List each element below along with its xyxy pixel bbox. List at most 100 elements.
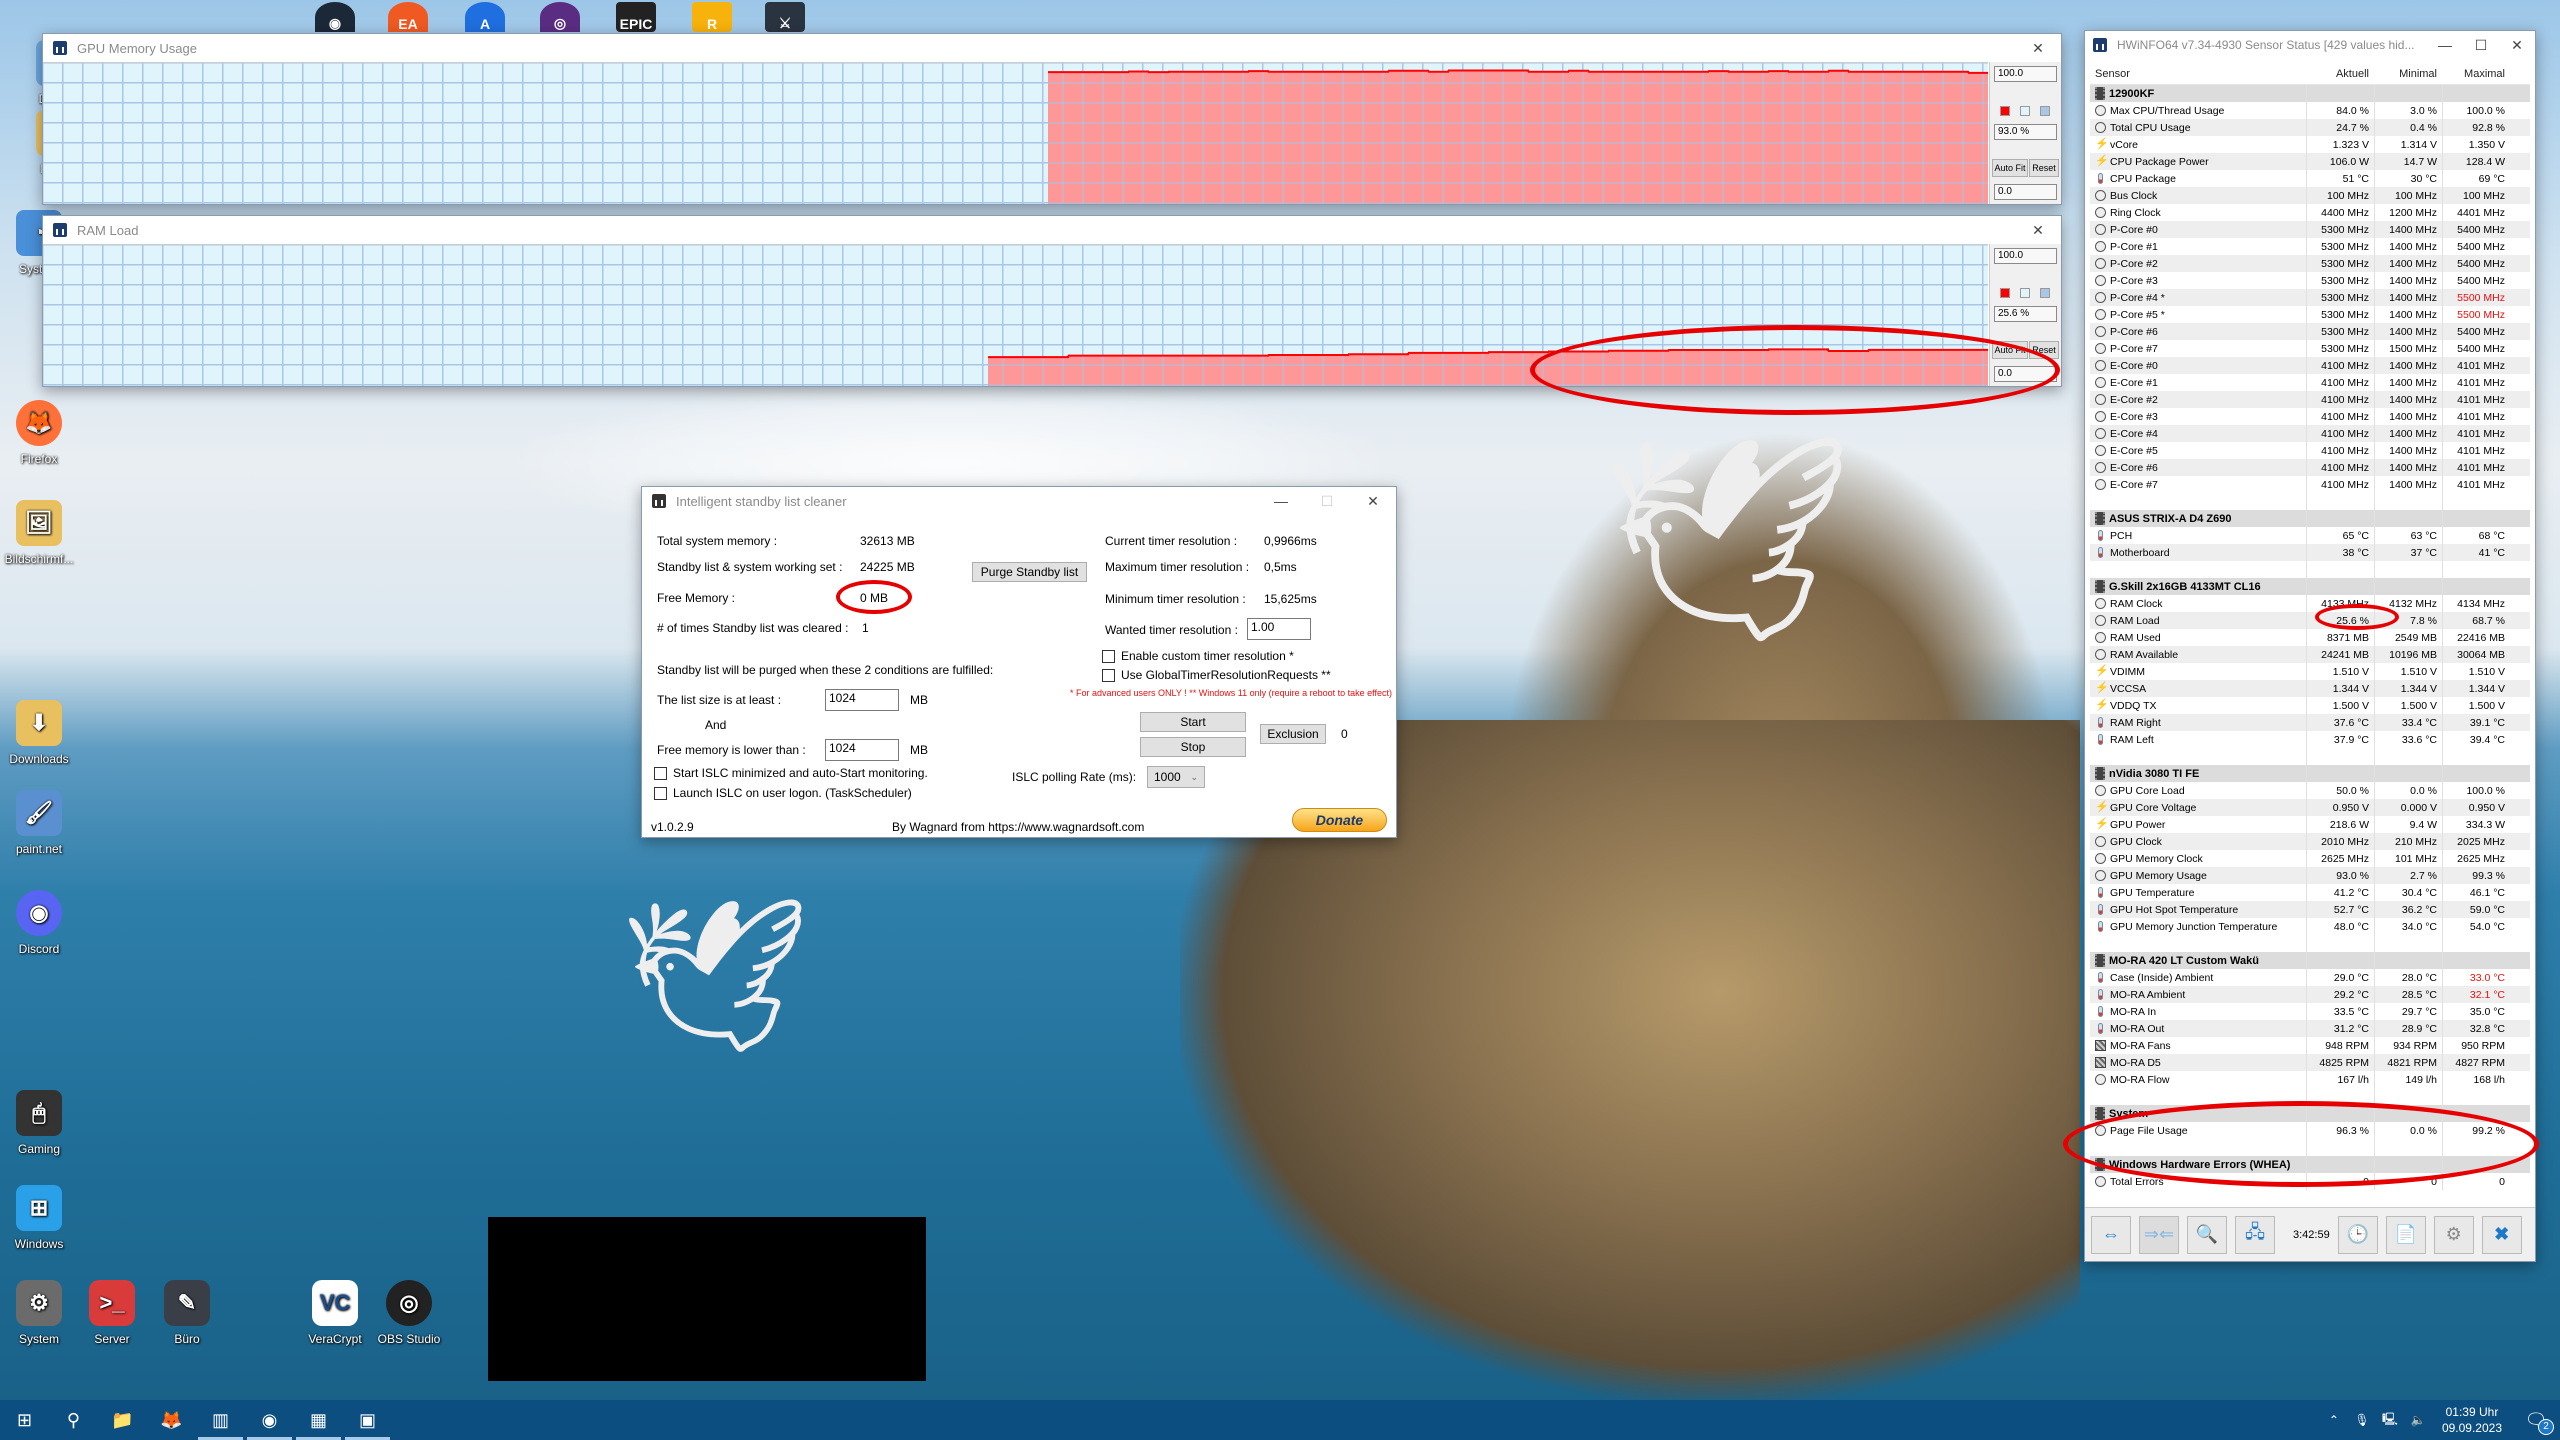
volume-icon[interactable]: 🔈 xyxy=(2404,1413,2432,1427)
sensor-row[interactable]: E-Core #5 4100 MHz 1400 MHz 4101 MHz xyxy=(2090,442,2530,459)
desktop-icon[interactable]: >_ Server xyxy=(73,1280,151,1346)
settings-button[interactable]: ⚙ xyxy=(2433,1215,2474,1254)
desktop-icon[interactable]: 🖱 Gaming xyxy=(0,1090,78,1156)
epic-games-icon[interactable]: EPIC xyxy=(616,2,656,32)
sensor-row[interactable]: ⚡ GPU Core Voltage 0.950 V 0.000 V 0.950 V xyxy=(2090,799,2530,816)
launch-logon-checkbox[interactable] xyxy=(654,787,667,800)
file-explorer-icon[interactable]: 📁 xyxy=(98,1400,147,1440)
sensor-row[interactable]: Case (Inside) Ambient 29.0 °C 28.0 °C 33.0 … xyxy=(2090,969,2530,986)
desktop-icon[interactable]: 🖌 paint.net xyxy=(0,790,78,856)
sensor-row[interactable]: Max CPU/Thread Usage 84.0 % 3.0 % 100.0 % xyxy=(2090,102,2530,119)
search-icon[interactable]: ⚲ xyxy=(49,1400,98,1440)
sensor-row[interactable]: MO-RA Ambient 29.2 °C 28.5 °C 32.1 °C xyxy=(2090,986,2530,1003)
sensor-row[interactable]: P-Core #6 5300 MHz 1400 MHz 5400 MHz xyxy=(2090,323,2530,340)
show-hidden-icons-chevron-icon[interactable]: ⌃ xyxy=(2320,1413,2348,1427)
close-button[interactable]: ✕ xyxy=(2499,31,2535,59)
exclusion-button[interactable]: Exclusion xyxy=(1260,724,1326,744)
sensor-row[interactable]: ⚡ vCore 1.323 V 1.314 V 1.350 V xyxy=(2090,136,2530,153)
sensor-row[interactable]: E-Core #6 4100 MHz 1400 MHz 4101 MHz xyxy=(2090,459,2530,476)
sensor-row[interactable]: E-Core #4 4100 MHz 1400 MHz 4101 MHz xyxy=(2090,425,2530,442)
sensor-row[interactable]: E-Core #1 4100 MHz 1400 MHz 4101 MHz xyxy=(2090,374,2530,391)
hwinfo-icon[interactable]: ▥ xyxy=(196,1400,245,1440)
game-icon[interactable]: ⚔ xyxy=(765,2,805,32)
sensor-row[interactable]: E-Core #0 4100 MHz 1400 MHz 4101 MHz xyxy=(2090,357,2530,374)
sensor-row[interactable]: GPU Temperature 41.2 °C 30.4 °C 46.1 °C xyxy=(2090,884,2530,901)
min-value-box[interactable]: 0.0 xyxy=(1994,184,2057,200)
islc-icon[interactable]: ▣ xyxy=(343,1400,392,1440)
sensor-row[interactable]: MO-RA Flow 167 l/h 149 l/h 168 l/h xyxy=(2090,1071,2530,1088)
sensor-row[interactable]: GPU Memory Junction Temperature 48.0 °C 34… xyxy=(2090,918,2530,935)
sensor-row[interactable]: P-Core #7 5300 MHz 1500 MHz 5400 MHz xyxy=(2090,340,2530,357)
desktop-icon[interactable]: VC VeraCrypt xyxy=(296,1280,374,1346)
steam-icon[interactable]: ◉ xyxy=(315,2,355,32)
free-lower-input[interactable]: 1024 xyxy=(825,739,899,761)
sensor-row[interactable]: E-Core #3 4100 MHz 1400 MHz 4101 MHz xyxy=(2090,408,2530,425)
sensor-row[interactable]: RAM Left 37.9 °C 33.6 °C 39.4 °C xyxy=(2090,731,2530,748)
grid-color-swatch[interactable] xyxy=(2040,106,2050,116)
column-maximum[interactable]: Maximal xyxy=(2442,63,2510,84)
sensor-row[interactable]: RAM Clock 4133 MHz 4132 MHz 4134 MHz xyxy=(2090,595,2530,612)
custom-timer-checkbox[interactable] xyxy=(1102,650,1115,663)
sensor-row[interactable]: GPU Core Load 50.0 % 0.0 % 100.0 % xyxy=(2090,782,2530,799)
minimize-button[interactable]: — xyxy=(1258,487,1304,515)
global-timer-checkbox[interactable] xyxy=(1102,669,1115,682)
list-size-input[interactable]: 1024 xyxy=(825,689,899,711)
microphone-icon[interactable]: 🎙 xyxy=(2348,1413,2376,1427)
gpu-memory-graph-window[interactable]: GPU Memory Usage ✕ 100.0 93.0 % Auto Fit… xyxy=(42,33,2062,205)
column-sensor[interactable]: Sensor xyxy=(2090,63,2306,84)
network-icon[interactable]: 🖳 xyxy=(2376,1410,2404,1431)
desktop-icon[interactable]: ⬇ Downloads xyxy=(0,700,78,766)
sensor-row[interactable]: ⚡ VDIMM 1.510 V 1.510 V 1.510 V xyxy=(2090,663,2530,680)
background-color-swatch[interactable] xyxy=(2020,288,2030,298)
start-button[interactable]: Start xyxy=(1140,712,1246,732)
sensor-row[interactable]: Ring Clock 4400 MHz 1200 MHz 4401 MHz xyxy=(2090,204,2530,221)
sensor-row[interactable]: ⚡ GPU Power 218.6 W 9.4 W 334.3 W xyxy=(2090,816,2530,833)
reset-timer-button[interactable]: 🕒 xyxy=(2337,1215,2378,1254)
rockstar-icon[interactable]: R xyxy=(692,2,732,32)
close-hwinfo-button[interactable]: ✖ xyxy=(2481,1215,2522,1254)
desktop-icon[interactable]: ◎ OBS Studio xyxy=(370,1280,448,1346)
ubisoft-icon[interactable]: ◎ xyxy=(540,2,580,32)
sensor-row[interactable]: E-Core #2 4100 MHz 1400 MHz 4101 MHz xyxy=(2090,391,2530,408)
sensor-row[interactable]: RAM Available 24241 MB 10196 MB 30064 MB xyxy=(2090,646,2530,663)
line-color-swatch[interactable] xyxy=(2000,106,2010,116)
max-value-box[interactable]: 100.0 xyxy=(1994,248,2057,264)
sensor-row[interactable]: ⚡ CPU Package Power 106.0 W 14.7 W 128.4 W xyxy=(2090,153,2530,170)
sensor-row[interactable]: GPU Memory Clock 2625 MHz 101 MHz 2625 MHz xyxy=(2090,850,2530,867)
column-current[interactable]: Aktuell xyxy=(2306,63,2374,84)
sensor-group-header[interactable]: nVidia 3080 TI FE xyxy=(2090,765,2530,782)
clock[interactable]: 01:39 Uhr 09.09.2023 xyxy=(2432,1404,2512,1436)
grid-color-swatch[interactable] xyxy=(2040,288,2050,298)
desktop-icon[interactable]: 🖼 Bildschirmf... xyxy=(0,500,78,566)
sensor-group-header[interactable]: ASUS STRIX-A D4 Z690 xyxy=(2090,510,2530,527)
islc-window[interactable]: Intelligent standby list cleaner — ☐ ✕ T… xyxy=(641,486,1397,838)
title-bar[interactable]: Intelligent standby list cleaner — ☐ ✕ xyxy=(642,487,1396,515)
title-bar[interactable]: RAM Load ✕ xyxy=(43,216,2061,244)
maximize-button[interactable]: ☐ xyxy=(2463,31,2499,59)
maximize-button[interactable]: ☐ xyxy=(1304,487,1350,515)
expand-columns-button[interactable]: ⇔ xyxy=(2091,1215,2131,1254)
sensor-row[interactable]: P-Core #5 * 5300 MHz 1400 MHz 5500 MHz xyxy=(2090,306,2530,323)
close-button[interactable]: ✕ xyxy=(2015,216,2061,244)
firefox-icon[interactable]: 🦊 xyxy=(147,1400,196,1440)
sensor-row[interactable]: PCH 65 °C 63 °C 68 °C xyxy=(2090,527,2530,544)
ubisoft-connect-icon[interactable]: A xyxy=(465,2,505,32)
auto-fit-button[interactable]: Auto Fit xyxy=(1992,159,2028,177)
donate-button[interactable]: Donate xyxy=(1292,808,1387,832)
credits-link[interactable]: By Wagnard from https://www.wagnardsoft.… xyxy=(892,820,1144,834)
stop-button[interactable]: Stop xyxy=(1140,737,1246,757)
sensor-row[interactable]: E-Core #7 4100 MHz 1400 MHz 4101 MHz xyxy=(2090,476,2530,493)
sensor-row[interactable]: P-Core #4 * 5300 MHz 1400 MHz 5500 MHz xyxy=(2090,289,2530,306)
sensor-report-button[interactable]: 🔍 xyxy=(2187,1215,2227,1254)
sensor-row[interactable]: MO-RA D5 4825 RPM 4821 RPM 4827 RPM xyxy=(2090,1054,2530,1071)
sensor-row[interactable]: GPU Clock 2010 MHz 210 MHz 2025 MHz xyxy=(2090,833,2530,850)
sensor-row[interactable]: P-Core #1 5300 MHz 1400 MHz 5400 MHz xyxy=(2090,238,2530,255)
sensor-row[interactable]: ⚡ VCCSA 1.344 V 1.344 V 1.344 V xyxy=(2090,680,2530,697)
polling-rate-select[interactable]: 1000 ⌄ xyxy=(1147,766,1205,788)
start-minimized-checkbox[interactable] xyxy=(654,767,667,780)
desktop-icon[interactable]: 🦊 Firefox xyxy=(0,400,78,466)
collapse-columns-button[interactable]: ⇒⇐ xyxy=(2139,1215,2179,1254)
line-color-swatch[interactable] xyxy=(2000,288,2010,298)
purge-standby-button[interactable]: Purge Standby list xyxy=(972,562,1087,582)
sensor-row[interactable]: P-Core #3 5300 MHz 1400 MHz 5400 MHz xyxy=(2090,272,2530,289)
